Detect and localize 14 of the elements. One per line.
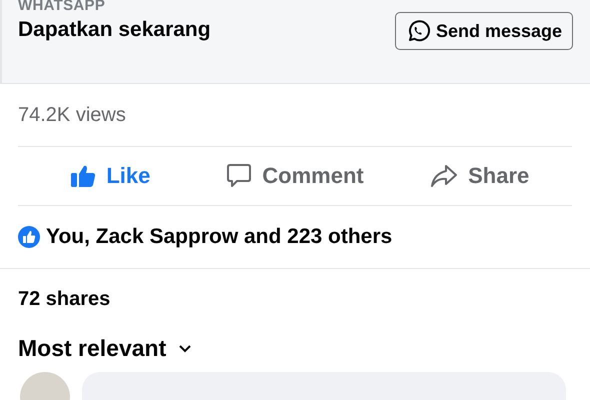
thumbs-up-icon <box>70 164 96 188</box>
share-count[interactable]: 72 shares <box>18 288 110 310</box>
like-button[interactable]: Like <box>18 147 203 205</box>
ad-title: Dapatkan sekarang <box>18 18 211 42</box>
send-message-button[interactable]: Send message <box>394 12 573 50</box>
sort-dropdown[interactable]: Most relevant <box>18 335 192 362</box>
chevron-down-icon <box>178 344 192 353</box>
like-reaction-icon <box>18 226 40 248</box>
speech-bubble-icon <box>226 163 252 189</box>
reaction-summary[interactable]: You, Zack Sapprow and 223 others <box>46 225 392 249</box>
view-count: 74.2K views <box>18 102 127 128</box>
share-arrow-icon <box>430 164 458 188</box>
comment-button[interactable]: Comment <box>202 147 388 205</box>
share-button[interactable]: Share <box>387 147 572 205</box>
